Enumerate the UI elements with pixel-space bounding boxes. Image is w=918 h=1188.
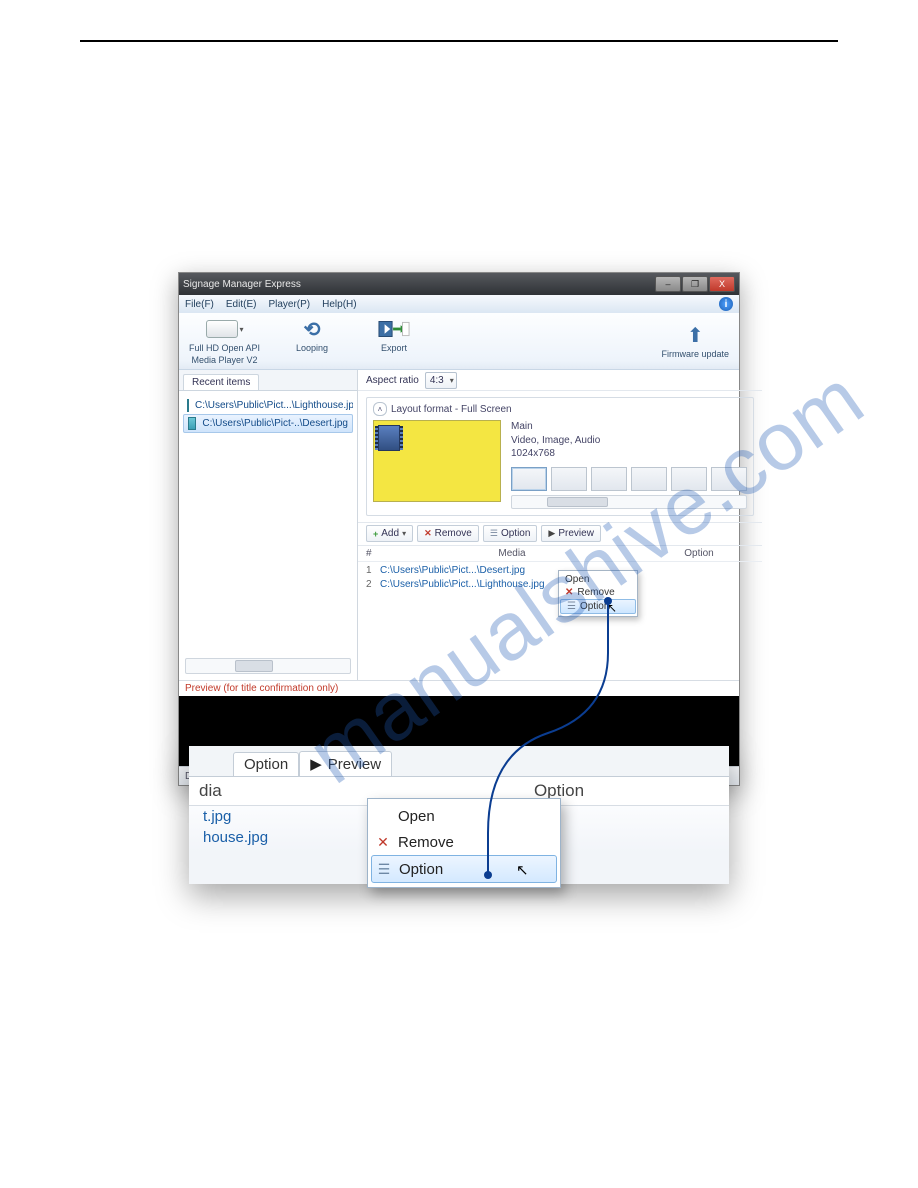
export-label: Export [381, 343, 407, 353]
col-option: Option [644, 548, 754, 559]
layout-meta-title: Main [511, 420, 747, 434]
menu-help[interactable]: Help(H) [322, 299, 356, 310]
context-menu: Open ✕Remove ☰Option ↖ [558, 570, 638, 617]
cursor-icon: ↖ [607, 601, 617, 615]
option-icon: ☰ [490, 528, 498, 539]
recent-item-path: C:\Users\Public\Pict-..\Desert.jpg [202, 418, 348, 429]
ctx-option[interactable]: ☰Option [560, 599, 636, 614]
context-menu-zoom: Open ✕ Remove ☰ Option ↖ [367, 798, 561, 888]
x-icon: ✕ [424, 528, 432, 539]
menubar: File(F) Edit(E) Player(P) Help(H) i [179, 295, 739, 313]
ctx-remove[interactable]: ✕ Remove [368, 829, 560, 855]
layout-meta-res: 1024x768 [511, 447, 747, 461]
aspect-ratio-label: Aspect ratio [366, 375, 419, 386]
export-icon [378, 317, 410, 341]
device-selector[interactable]: ▾ Full HD Open API Media Player V2 [189, 317, 260, 365]
play-icon: ▶ [548, 528, 555, 539]
export-button[interactable]: Export [364, 317, 424, 353]
zoom-col-media: dia [189, 781, 389, 801]
option-icon: ☰ [567, 601, 576, 612]
folder-icon [188, 417, 196, 430]
info-icon[interactable]: i [719, 297, 733, 311]
titlebar: Signage Manager Express – ❐ X [179, 273, 739, 295]
ctx-open[interactable]: Open [559, 573, 637, 586]
app-window: Signage Manager Express – ❐ X File(F) Ed… [178, 272, 740, 786]
window-title: Signage Manager Express [183, 279, 301, 290]
horizontal-scrollbar[interactable] [185, 658, 351, 674]
chevron-down-icon: ▾ [240, 325, 244, 334]
layout-thumbs [511, 467, 747, 491]
device-label-l1: Full HD Open API [189, 343, 260, 353]
layout-header: Layout format - Full Screen [391, 404, 512, 415]
device-label-l2: Media Player V2 [191, 355, 257, 365]
toolbar: ▾ Full HD Open API Media Player V2 ⟲ Loo… [179, 313, 739, 370]
zoom-tab-option[interactable]: Option [233, 752, 299, 776]
looping-button[interactable]: ⟲ Looping [282, 317, 342, 353]
col-media: Media [380, 548, 644, 559]
layout-thumb[interactable] [551, 467, 587, 491]
layout-thumb[interactable] [631, 467, 667, 491]
firmware-update-button[interactable]: ⬆ Firmware update [661, 323, 729, 359]
recent-items-panel: Recent items C:\Users\Public\Pict...\Lig… [179, 370, 358, 680]
preview-label: Preview (for title confirmation only) [179, 680, 739, 696]
option-button[interactable]: ☰Option [483, 525, 538, 542]
add-button[interactable]: +Add▾ [366, 525, 413, 542]
minimize-button[interactable]: – [655, 276, 681, 292]
menu-edit[interactable]: Edit(E) [226, 299, 257, 310]
layout-thumb[interactable] [711, 467, 747, 491]
play-icon: ▶ [310, 755, 322, 773]
loop-icon: ⟲ [304, 317, 321, 342]
layout-meta-types: Video, Image, Audio [511, 434, 747, 448]
option-icon: ☰ [375, 861, 393, 878]
device-icon [206, 320, 238, 338]
x-icon: ✕ [565, 587, 573, 598]
layout-preview[interactable] [373, 420, 501, 502]
col-num: # [366, 548, 380, 559]
menu-file[interactable]: File(F) [185, 299, 214, 310]
menu-player[interactable]: Player(P) [268, 299, 310, 310]
layout-thumb[interactable] [511, 467, 547, 491]
layout-panel: ˄ Layout format - Full Screen Main Video… [366, 397, 754, 516]
ctx-open[interactable]: Open [368, 803, 560, 829]
ctx-remove[interactable]: ✕Remove [559, 586, 637, 599]
firmware-icon: ⬆ [687, 323, 704, 348]
preview-button[interactable]: ▶Preview [541, 525, 601, 542]
zoom-callout: Option ▶Preview dia Option t.jpg house.j… [189, 746, 729, 884]
remove-button[interactable]: ✕Remove [417, 525, 479, 542]
looping-label: Looping [296, 343, 328, 353]
media-grid-header: # Media Option [358, 546, 762, 562]
x-icon: ✕ [374, 834, 392, 851]
cursor-icon: ↖ [516, 861, 529, 879]
maximize-button[interactable]: ❐ [682, 276, 708, 292]
layout-thumb[interactable] [591, 467, 627, 491]
ctx-option[interactable]: ☰ Option [371, 855, 557, 883]
row-num: 2 [366, 579, 380, 590]
row-num: 1 [366, 565, 380, 576]
layout-scrollbar[interactable] [511, 495, 747, 509]
close-button[interactable]: X [709, 276, 735, 292]
layout-thumb[interactable] [671, 467, 707, 491]
recent-item-path: C:\Users\Public\Pict...\Lighthouse.jpg [195, 400, 353, 411]
collapse-icon[interactable]: ˄ [373, 402, 387, 416]
folder-icon [187, 399, 189, 412]
tab-recent-items[interactable]: Recent items [183, 374, 259, 390]
recent-item[interactable]: C:\Users\Public\Pict...\Lighthouse.jpg [183, 397, 353, 414]
plus-icon: + [373, 529, 378, 539]
zoom-tab-preview[interactable]: ▶Preview [299, 751, 392, 776]
media-grid: 1 C:\Users\Public\Pict...\Desert.jpg 2 C… [358, 562, 762, 626]
recent-item[interactable]: C:\Users\Public\Pict-..\Desert.jpg [183, 414, 353, 433]
aspect-ratio-select[interactable]: 4:3 [425, 372, 457, 389]
film-icon [378, 425, 400, 451]
firmware-label: Firmware update [661, 349, 729, 359]
